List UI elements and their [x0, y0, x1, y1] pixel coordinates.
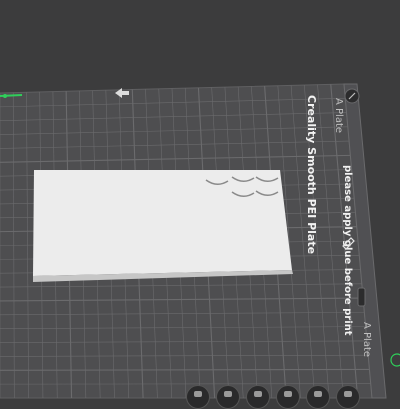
plate-name-label: Creality Smooth PEI Plate	[305, 95, 318, 254]
split-button[interactable]	[246, 385, 270, 409]
arrange-button[interactable]	[216, 385, 240, 409]
right-edge-icon[interactable]	[391, 354, 400, 366]
orient-button[interactable]	[186, 385, 210, 409]
tab-bottom-label: A Plate	[361, 322, 372, 357]
3d-viewport[interactable]: Creality Smooth PEI Plate please apply g…	[0, 0, 400, 400]
tab-top-label: A Plate	[333, 98, 344, 133]
side-handle-icon[interactable]	[358, 288, 365, 306]
plate-note-label: please apply glue before print	[342, 165, 353, 336]
layers-button[interactable]	[276, 385, 300, 409]
bottom-toolbar	[186, 386, 400, 400]
model-top-face[interactable]	[33, 170, 292, 276]
settings-button[interactable]	[306, 385, 330, 409]
settings-icon[interactable]	[345, 89, 359, 103]
more-button[interactable]	[336, 385, 360, 409]
